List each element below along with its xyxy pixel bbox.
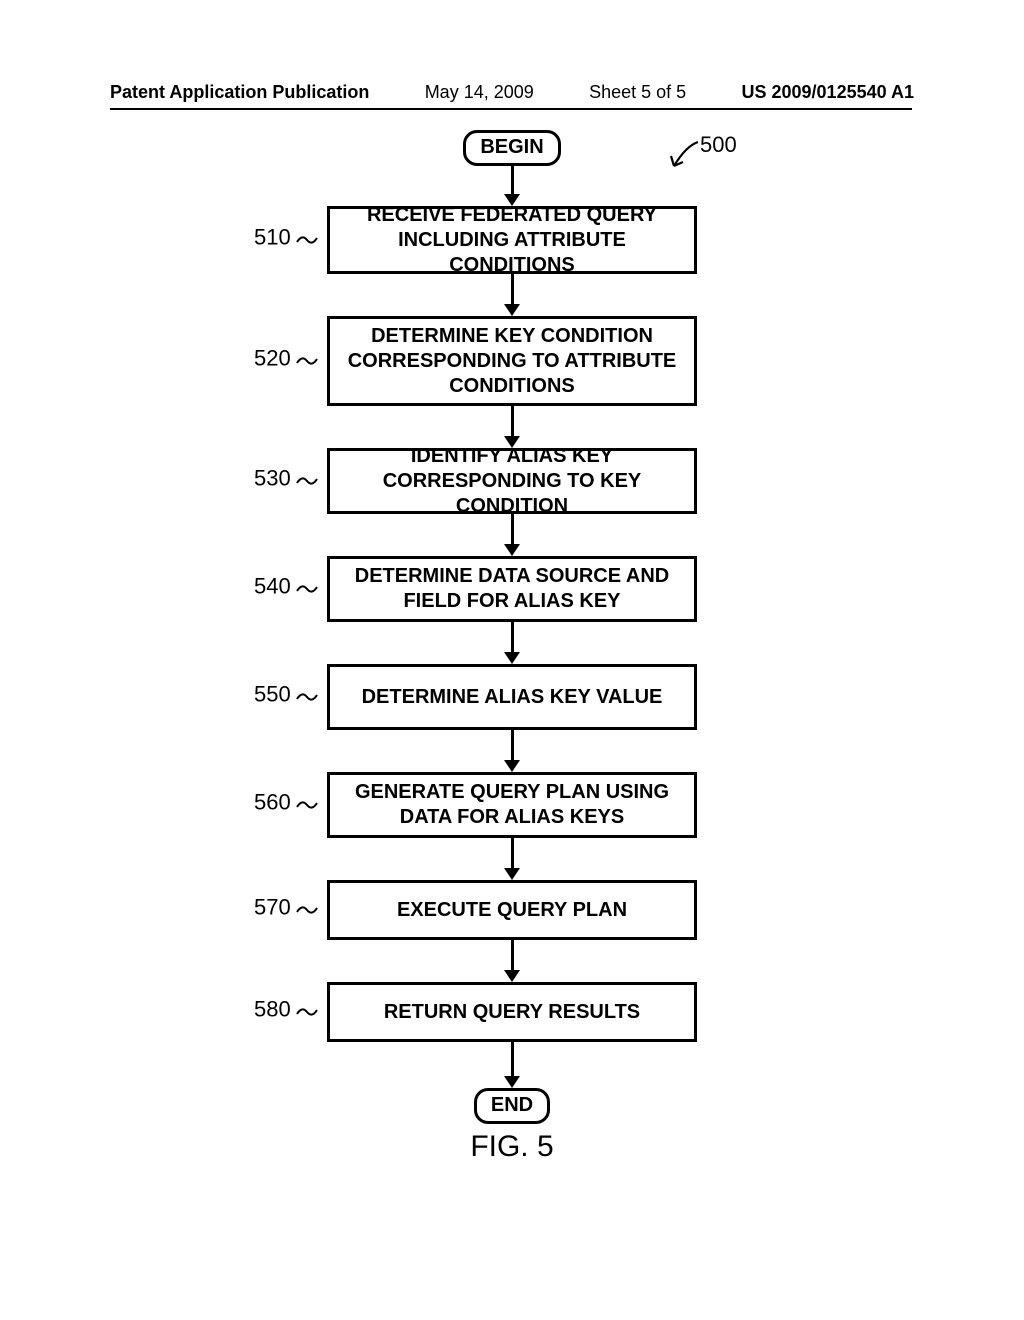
step-number: 550 bbox=[254, 681, 291, 707]
arrow-down-icon bbox=[504, 274, 520, 316]
arrow-down-icon bbox=[504, 940, 520, 982]
arrow-down-icon bbox=[504, 1042, 520, 1088]
step-text: GENERATE QUERY PLAN USING DATA FOR ALIAS… bbox=[334, 780, 690, 830]
document-number: US 2009/0125540 A1 bbox=[742, 82, 914, 103]
step-number: 520 bbox=[254, 345, 291, 371]
step-number: 510 bbox=[254, 224, 291, 250]
step-550-row: 550 DETERMINE ALIAS KEY VALUE bbox=[0, 664, 1024, 730]
step-number: 540 bbox=[254, 573, 291, 599]
arrow-down-icon bbox=[504, 730, 520, 772]
step-text: DETERMINE KEY CONDITION CORRESPONDING TO… bbox=[334, 324, 690, 399]
step-570-row: 570 EXECUTE QUERY PLAN bbox=[0, 880, 1024, 940]
leader-line-icon bbox=[296, 233, 318, 247]
step-540-row: 540 DETERMINE DATA SOURCE AND FIELD FOR … bbox=[0, 556, 1024, 622]
step-540-box: DETERMINE DATA SOURCE AND FIELD FOR ALIA… bbox=[327, 556, 697, 622]
step-text: IDENTIFY ALIAS KEY CORRESPONDING TO KEY … bbox=[334, 444, 690, 519]
step-number: 580 bbox=[254, 996, 291, 1022]
step-580-row: 580 RETURN QUERY RESULTS bbox=[0, 982, 1024, 1042]
begin-label: BEGIN bbox=[480, 136, 543, 158]
step-text: EXECUTE QUERY PLAN bbox=[397, 898, 627, 923]
step-560-box: GENERATE QUERY PLAN USING DATA FOR ALIAS… bbox=[327, 772, 697, 838]
sheet-number: Sheet 5 of 5 bbox=[589, 82, 686, 103]
flowchart: BEGIN 510 RECEIVE FEDERATED QUERY INCLUD… bbox=[0, 130, 1024, 1164]
step-550-box: DETERMINE ALIAS KEY VALUE bbox=[327, 664, 697, 730]
step-520-box: DETERMINE KEY CONDITION CORRESPONDING TO… bbox=[327, 316, 697, 406]
step-text: DETERMINE DATA SOURCE AND FIELD FOR ALIA… bbox=[334, 564, 690, 614]
arrow-down-icon bbox=[504, 838, 520, 880]
step-530-row: 530 IDENTIFY ALIAS KEY CORRESPONDING TO … bbox=[0, 448, 1024, 514]
begin-terminator: BEGIN bbox=[463, 130, 560, 166]
leader-line-icon bbox=[296, 690, 318, 704]
figure-caption: FIG. 5 bbox=[470, 1130, 553, 1164]
publication-date: May 14, 2009 bbox=[425, 82, 534, 103]
leader-line-icon bbox=[296, 354, 318, 368]
step-560-row: 560 GENERATE QUERY PLAN USING DATA FOR A… bbox=[0, 772, 1024, 838]
step-510-box: RECEIVE FEDERATED QUERY INCLUDING ATTRIB… bbox=[327, 206, 697, 274]
arrow-down-icon bbox=[504, 406, 520, 448]
leader-line-icon bbox=[296, 1005, 318, 1019]
arrow-down-icon bbox=[504, 166, 520, 206]
publication-label: Patent Application Publication bbox=[110, 82, 369, 103]
leader-line-icon bbox=[296, 798, 318, 812]
leader-line-icon bbox=[296, 582, 318, 596]
arrow-down-icon bbox=[504, 622, 520, 664]
end-terminator: END bbox=[474, 1088, 550, 1124]
arrow-down-icon bbox=[504, 514, 520, 556]
step-number: 560 bbox=[254, 789, 291, 815]
leader-line-icon bbox=[296, 474, 318, 488]
step-570-box: EXECUTE QUERY PLAN bbox=[327, 880, 697, 940]
step-text: DETERMINE ALIAS KEY VALUE bbox=[362, 685, 663, 710]
step-510-row: 510 RECEIVE FEDERATED QUERY INCLUDING AT… bbox=[0, 206, 1024, 274]
leader-line-icon bbox=[296, 903, 318, 917]
end-label: END bbox=[491, 1094, 533, 1116]
step-530-box: IDENTIFY ALIAS KEY CORRESPONDING TO KEY … bbox=[327, 448, 697, 514]
step-520-row: 520 DETERMINE KEY CONDITION CORRESPONDIN… bbox=[0, 316, 1024, 406]
step-text: RETURN QUERY RESULTS bbox=[384, 1000, 640, 1025]
step-number: 530 bbox=[254, 465, 291, 491]
step-number: 570 bbox=[254, 894, 291, 920]
step-580-box: RETURN QUERY RESULTS bbox=[327, 982, 697, 1042]
step-text: RECEIVE FEDERATED QUERY INCLUDING ATTRIB… bbox=[334, 203, 690, 278]
header-divider bbox=[110, 108, 912, 110]
page-header: Patent Application Publication May 14, 2… bbox=[0, 82, 1024, 107]
